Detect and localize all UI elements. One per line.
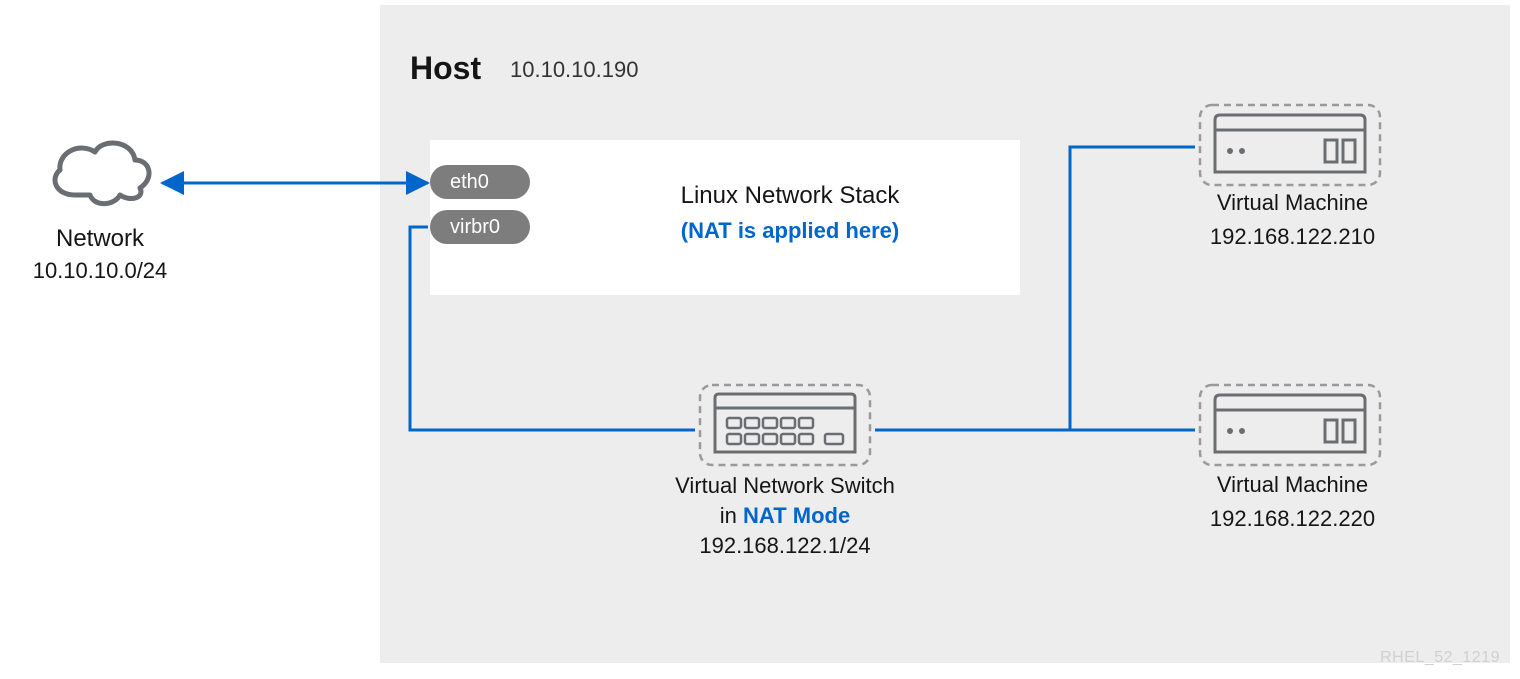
host-ip: 10.10.10.190 xyxy=(510,57,638,83)
diagram-stage: Network 10.10.10.0/24 Host 10.10.10.190 … xyxy=(0,0,1520,679)
vm1-ip: 192.168.122.210 xyxy=(1145,224,1440,250)
switch-mode: in NAT Mode xyxy=(620,503,950,529)
switch-mode-prefix: in xyxy=(720,503,743,528)
vm-icon-2 xyxy=(1195,380,1385,475)
network-subnet: 10.10.10.0/24 xyxy=(0,258,200,284)
interface-virbr0: virbr0 xyxy=(430,210,530,244)
vm2-label: Virtual Machine xyxy=(1145,472,1440,498)
cloud-icon xyxy=(40,130,160,215)
host-title: Host xyxy=(410,50,481,87)
interface-eth0: eth0 xyxy=(430,165,530,199)
network-stack-title: Linux Network Stack xyxy=(590,182,990,210)
network-label: Network xyxy=(0,225,200,253)
vm-icon-1 xyxy=(1195,100,1385,195)
switch-icon xyxy=(695,380,875,475)
switch-ip: 192.168.122.1/24 xyxy=(620,533,950,559)
switch-mode-value: NAT Mode xyxy=(743,503,850,528)
network-stack-note: (NAT is applied here) xyxy=(590,218,990,244)
vm2-ip: 192.168.122.220 xyxy=(1145,506,1440,532)
vm1-label: Virtual Machine xyxy=(1145,190,1440,216)
watermark: RHEL_52_1219 xyxy=(1380,649,1500,667)
switch-label: Virtual Network Switch xyxy=(620,473,950,499)
